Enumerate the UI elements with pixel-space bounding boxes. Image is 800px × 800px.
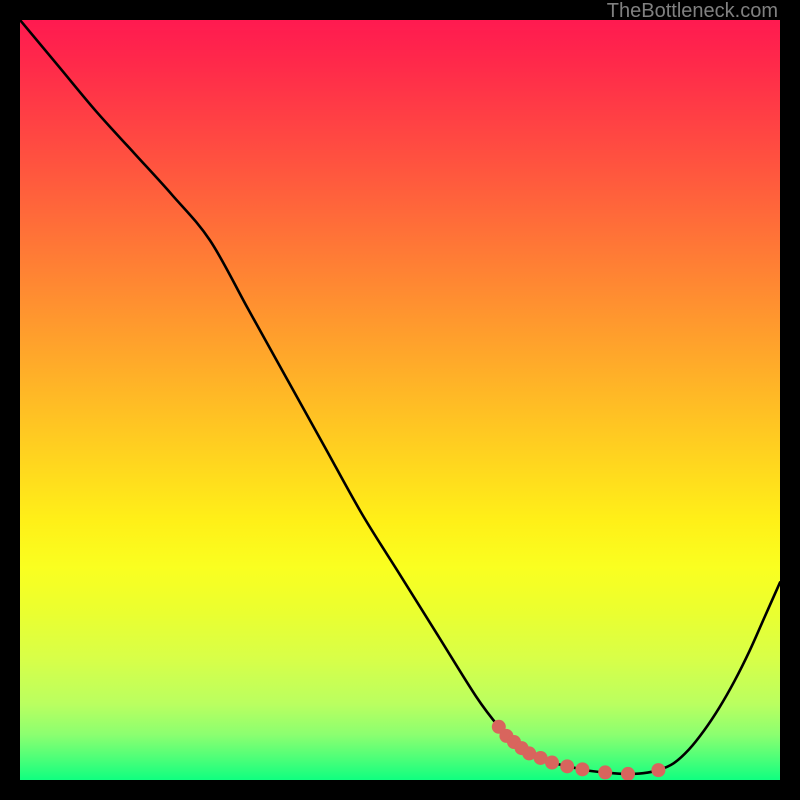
marker-dot <box>598 765 612 779</box>
chart-svg <box>20 20 780 780</box>
gradient-background <box>20 20 780 780</box>
plot-area <box>20 20 780 780</box>
marker-dot <box>651 763 665 777</box>
marker-dot <box>575 762 589 776</box>
marker-dot <box>560 759 574 773</box>
marker-dot <box>545 756 559 770</box>
chart-frame: TheBottleneck.com <box>0 0 800 800</box>
